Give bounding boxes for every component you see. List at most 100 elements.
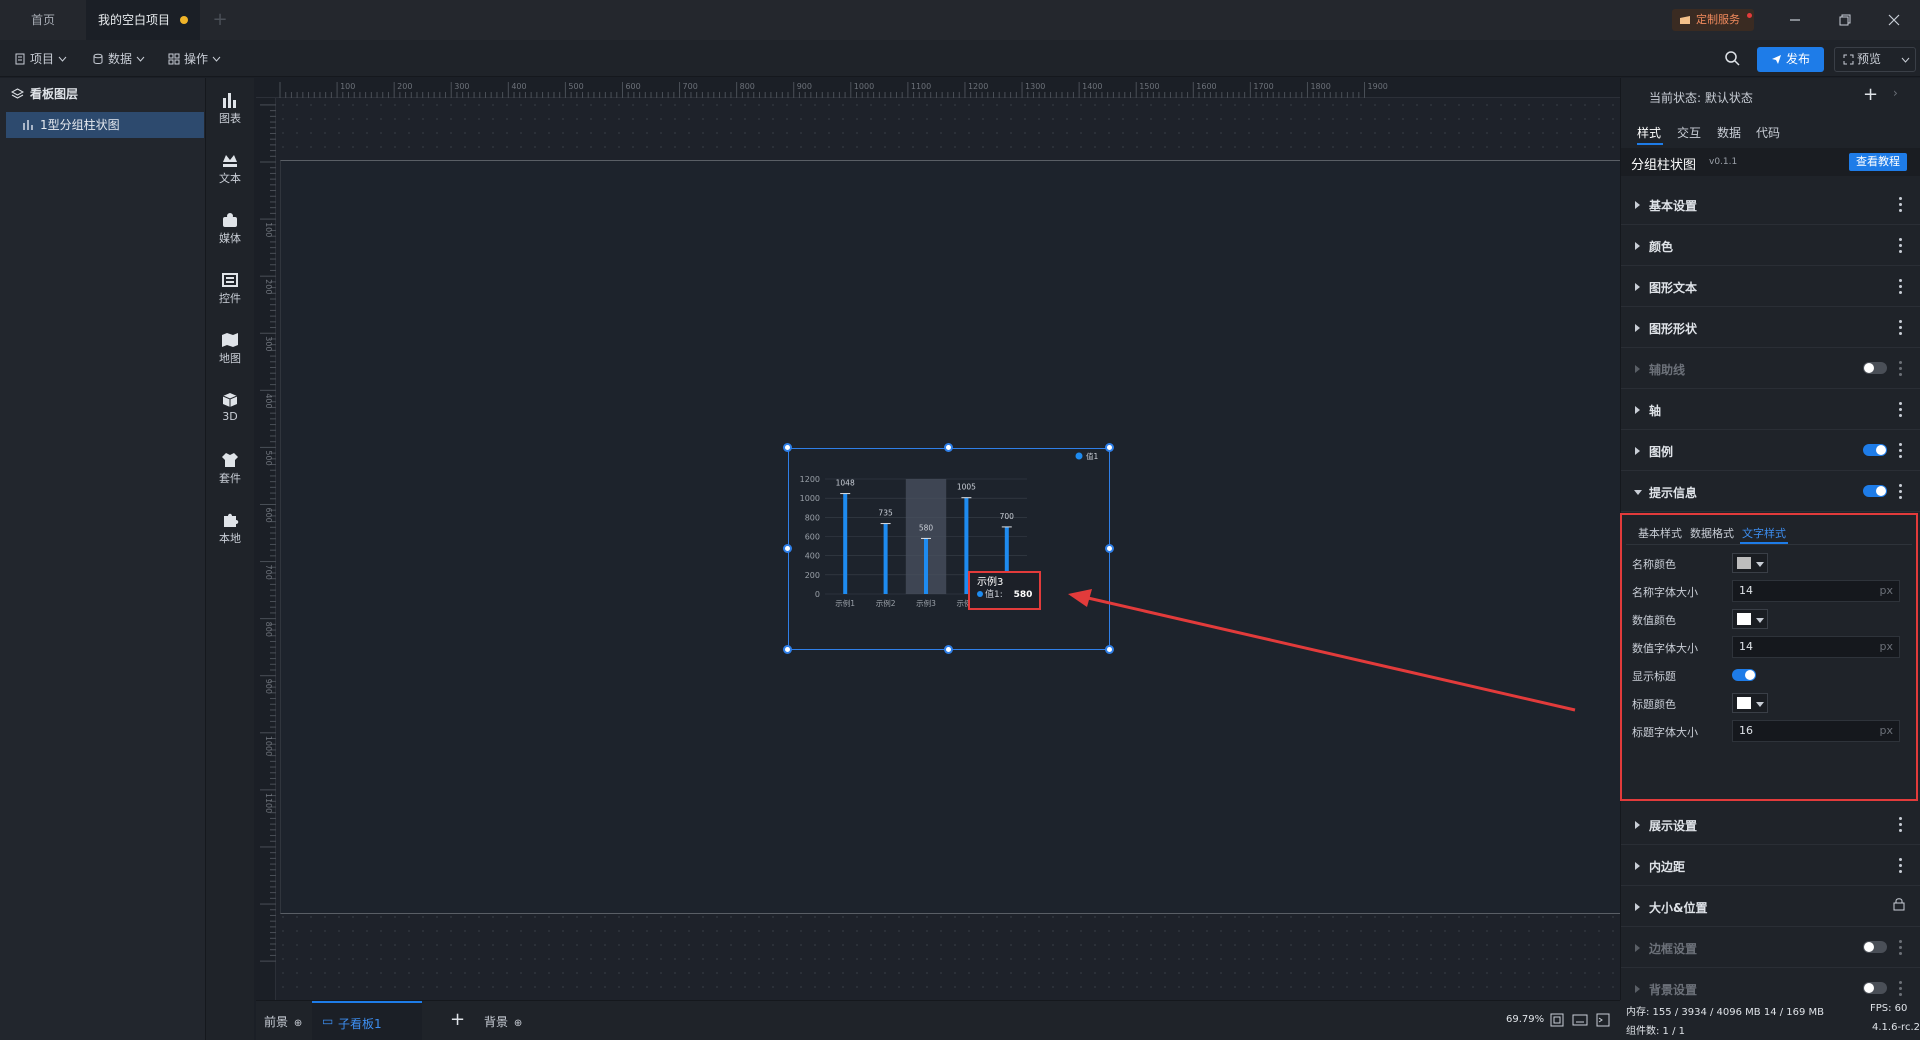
- tutorial-button[interactable]: 查看教程: [1849, 153, 1907, 171]
- section-3[interactable]: 图形形状: [1621, 308, 1920, 348]
- publish-button[interactable]: 发布: [1757, 47, 1824, 72]
- resize-handle[interactable]: [944, 645, 953, 654]
- section-toggle[interactable]: [1863, 362, 1887, 374]
- section-toggle[interactable]: [1863, 444, 1887, 456]
- data-label: 700: [1000, 512, 1015, 521]
- subtab-text-style[interactable]: 文字样式: [1742, 525, 1786, 541]
- value-color-picker[interactable]: [1732, 609, 1768, 629]
- unit-label: px: [1879, 724, 1894, 737]
- preview-button[interactable]: 预览: [1834, 47, 1916, 72]
- search-button[interactable]: [1724, 50, 1740, 66]
- operate-menu[interactable]: 操作: [168, 48, 221, 70]
- foreground-tab[interactable]: 前景 ⊕: [264, 1013, 302, 1030]
- section-2[interactable]: 大小&位置: [1621, 887, 1920, 927]
- section-0[interactable]: 展示设置: [1621, 805, 1920, 845]
- component-media[interactable]: 媒体: [206, 206, 254, 256]
- more-icon[interactable]: [1899, 361, 1903, 377]
- more-icon[interactable]: [1899, 197, 1903, 213]
- more-icon[interactable]: [1899, 402, 1903, 418]
- subtab-basic-style[interactable]: 基本样式: [1638, 525, 1682, 541]
- subboard-tab[interactable]: ▭ 子看板1: [312, 1001, 422, 1040]
- section-0[interactable]: 基本设置: [1621, 185, 1920, 225]
- name-color-picker[interactable]: [1732, 553, 1768, 573]
- custom-service-button[interactable]: 定制服务: [1672, 9, 1754, 31]
- resize-handle[interactable]: [1105, 443, 1114, 452]
- more-icon[interactable]: [1899, 484, 1903, 500]
- component-map[interactable]: 地图: [206, 326, 254, 376]
- resize-handle[interactable]: [783, 645, 792, 654]
- section-1[interactable]: 内边距: [1621, 846, 1920, 886]
- project-menu[interactable]: 项目: [14, 48, 67, 70]
- name-size-input[interactable]: 14 px: [1732, 580, 1900, 602]
- close-button[interactable]: [1874, 0, 1914, 40]
- ruler-label: 400: [264, 393, 273, 408]
- resize-handle[interactable]: [944, 443, 953, 452]
- ruler-label: 500: [264, 450, 273, 465]
- bar[interactable]: [883, 523, 888, 594]
- section-5[interactable]: 轴: [1621, 390, 1920, 430]
- more-icon[interactable]: [1899, 443, 1903, 459]
- section-7[interactable]: 提示信息: [1621, 472, 1920, 512]
- caret-right-icon: [1635, 985, 1640, 993]
- x-tick-label: 示例2: [876, 598, 896, 608]
- terminal-icon[interactable]: [1596, 1013, 1610, 1027]
- more-icon[interactable]: [1899, 320, 1903, 336]
- more-icon[interactable]: [1899, 238, 1903, 254]
- chevron-right-icon[interactable]: ›: [1893, 86, 1898, 100]
- section-6[interactable]: 图例: [1621, 431, 1920, 471]
- caret-right-icon: [1635, 324, 1640, 332]
- value-size-input[interactable]: 14 px: [1732, 636, 1900, 658]
- resize-handle[interactable]: [1105, 544, 1114, 553]
- add-state-icon[interactable]: +: [1863, 84, 1878, 105]
- zoom-level[interactable]: 69.79%: [1506, 1014, 1544, 1025]
- show-title-toggle[interactable]: [1732, 669, 1756, 681]
- component-text[interactable]: 文本: [206, 146, 254, 196]
- more-icon[interactable]: [1899, 940, 1903, 956]
- component-control[interactable]: 控件: [206, 266, 254, 316]
- section-3[interactable]: 边框设置: [1621, 928, 1920, 968]
- component-3d[interactable]: 3D: [206, 386, 254, 436]
- component-kit[interactable]: 套件: [206, 446, 254, 496]
- fit-screen-icon[interactable]: [1550, 1013, 1564, 1027]
- data-menu[interactable]: 数据: [92, 48, 145, 70]
- bar[interactable]: [843, 493, 848, 594]
- subtab-data-format[interactable]: 数据格式: [1690, 525, 1734, 541]
- fps-status: FPS: 60: [1870, 1003, 1908, 1014]
- resize-handle[interactable]: [783, 443, 792, 452]
- tab-home[interactable]: 首页: [0, 0, 86, 40]
- layer-item[interactable]: 1型分组柱状图: [6, 112, 204, 138]
- y-tick-label: 200: [805, 571, 820, 580]
- section-1[interactable]: 颜色: [1621, 226, 1920, 266]
- new-tab-button[interactable]: +: [204, 0, 236, 40]
- tab-interaction[interactable]: 交互: [1677, 124, 1701, 141]
- ruler-label: 900: [264, 679, 273, 694]
- chevron-down-icon: [58, 56, 67, 62]
- tab-code[interactable]: 代码: [1756, 124, 1780, 141]
- title-size-value: 16: [1739, 724, 1753, 737]
- add-circle-icon[interactable]: ⊕: [294, 1018, 302, 1029]
- restore-button[interactable]: [1825, 0, 1865, 40]
- section-toggle[interactable]: [1863, 941, 1887, 953]
- title-color-picker[interactable]: [1732, 693, 1768, 713]
- section-4[interactable]: 辅助线: [1621, 349, 1920, 389]
- more-icon[interactable]: [1899, 981, 1903, 997]
- more-icon[interactable]: [1899, 817, 1903, 833]
- section-toggle[interactable]: [1863, 485, 1887, 497]
- lock-icon[interactable]: [1893, 897, 1905, 911]
- resize-handle[interactable]: [783, 544, 792, 553]
- component-chart[interactable]: 图表: [206, 86, 254, 136]
- minimize-button[interactable]: [1775, 0, 1815, 40]
- background-tab[interactable]: 背景 ⊕: [484, 1013, 522, 1030]
- more-icon[interactable]: [1899, 279, 1903, 295]
- section-toggle[interactable]: [1863, 982, 1887, 994]
- tab-style[interactable]: 样式: [1637, 124, 1661, 141]
- section-2[interactable]: 图形文本: [1621, 267, 1920, 307]
- add-board-button[interactable]: +: [450, 1009, 465, 1030]
- tab-data[interactable]: 数据: [1717, 124, 1741, 141]
- bar[interactable]: [924, 538, 928, 594]
- more-icon[interactable]: [1899, 858, 1903, 874]
- title-size-input[interactable]: 16 px: [1732, 720, 1900, 742]
- add-circle-icon[interactable]: ⊕: [514, 1018, 522, 1029]
- component-local[interactable]: 本地: [206, 506, 254, 556]
- keyboard-icon[interactable]: [1572, 1014, 1588, 1026]
